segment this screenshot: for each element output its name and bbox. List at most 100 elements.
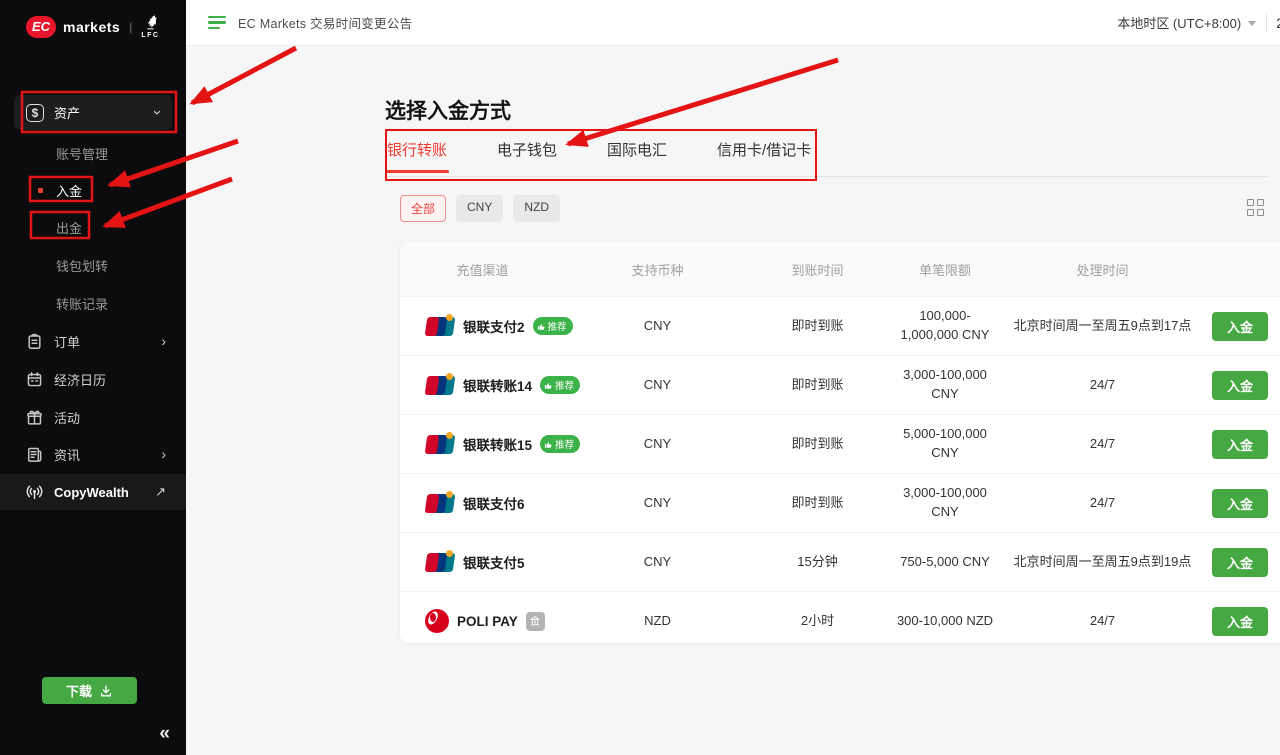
deposit-button[interactable]: 入金 — [1212, 548, 1268, 577]
arrival-cell: 即时到账 — [750, 435, 885, 454]
bank-transfer-badge — [526, 612, 545, 631]
deposit-button[interactable]: 入金 — [1212, 371, 1268, 400]
clipboard-icon — [26, 333, 43, 350]
arrival-cell: 即时到账 — [750, 494, 885, 513]
tab-credit-debit-card[interactable]: 信用卡/借记卡 — [715, 133, 813, 172]
sidebar-item-label: 资产 — [54, 103, 145, 122]
news-icon — [26, 446, 43, 463]
announcement-link[interactable]: EC Markets 交易时间变更公告 — [238, 13, 412, 32]
currency-cell: CNY — [565, 317, 750, 336]
thumbs-up-icon — [544, 381, 553, 390]
broadcast-icon — [26, 484, 43, 501]
download-label: 下载 — [66, 681, 92, 700]
dollar-icon: $ — [26, 104, 44, 122]
header-arrival: 到账时间 — [750, 260, 885, 279]
channel-name: 银联转账14 — [463, 375, 532, 395]
limit-cell: 100,000-1,000,000 CNY — [885, 307, 1005, 345]
filter-all[interactable]: 全部 — [400, 195, 446, 222]
sidebar-item-copywealth[interactable]: CopyWealth ↗ — [0, 474, 186, 510]
limit-cell: 3,000-100,000 CNY — [885, 484, 1005, 522]
currency-filters: 全部 CNY NZD — [400, 195, 560, 222]
sidebar-item-news[interactable]: 资讯 › — [0, 441, 186, 467]
sidebar-item-activities[interactable]: 活动 — [0, 404, 186, 430]
deposit-method-tabs: 银行转账 电子钱包 国际电汇 信用卡/借记卡 — [385, 133, 1268, 177]
sidebar-item-orders[interactable]: 订单 › — [0, 328, 186, 354]
clock-text: 2 — [1276, 15, 1280, 31]
deposit-button[interactable]: 入金 — [1212, 312, 1268, 341]
chevron-right-icon: › — [161, 447, 166, 461]
gift-icon — [26, 409, 43, 426]
sidebar-item-assets[interactable]: $ 资产 › — [14, 95, 172, 130]
lfc-partner-logo: LFC — [141, 14, 159, 39]
hours-cell: 24/7 — [1005, 612, 1200, 631]
announcement-menu-icon[interactable] — [208, 16, 226, 30]
header-limit: 单笔限额 — [885, 260, 1005, 279]
timezone-caret-icon[interactable] — [1248, 21, 1256, 26]
unionpay-logo — [425, 316, 455, 337]
page-title: 选择入金方式 — [385, 95, 511, 125]
submenu-label: 出金 — [56, 218, 82, 237]
sidebar-item-economic-calendar[interactable]: 经济日历 — [0, 366, 186, 392]
submenu-label: 钱包划转 — [56, 256, 108, 275]
table-row: 银联转账14 推荐 CNY 即时到账 3,000-100,000 CNY 24/… — [400, 355, 1280, 414]
collapse-sidebar-icon[interactable]: « — [159, 723, 170, 745]
filter-cny[interactable]: CNY — [456, 195, 503, 222]
channel-name: 银联支付2 — [463, 316, 525, 336]
external-link-icon: ↗ — [155, 484, 166, 500]
table-row: 银联支付5 CNY 15分钟 750-5,000 CNY 北京时间周一至周五9点… — [400, 532, 1280, 591]
tab-ewallet[interactable]: 电子钱包 — [495, 133, 559, 172]
unionpay-logo — [425, 375, 455, 396]
tab-international-wire[interactable]: 国际电汇 — [605, 133, 669, 172]
hours-cell: 北京时间周一至周五9点到17点 — [1005, 317, 1200, 336]
limit-cell: 5,000-100,000 CNY — [885, 425, 1005, 463]
logo-divider: | — [129, 20, 132, 34]
submenu-label: 转账记录 — [56, 294, 108, 313]
deposit-button[interactable]: 入金 — [1212, 489, 1268, 518]
sidebar-item-account-management[interactable]: 账号管理 — [0, 142, 186, 164]
lfc-label: LFC — [141, 32, 159, 39]
chevron-down-icon: › — [150, 110, 165, 115]
brand-name: markets — [63, 19, 120, 35]
chevron-right-icon: › — [161, 334, 166, 348]
filter-nzd[interactable]: NZD — [513, 195, 560, 222]
hours-cell: 24/7 — [1005, 435, 1200, 454]
download-icon — [99, 684, 113, 698]
sidebar-item-wallet-transfer[interactable]: 钱包划转 — [0, 254, 186, 276]
channel-name: 银联支付5 — [463, 552, 525, 572]
table-row: 银联转账15 推荐 CNY 即时到账 5,000-100,000 CNY 24/… — [400, 414, 1280, 473]
menu-label: 资讯 — [54, 445, 150, 464]
brand-logo: EC markets | LFC — [26, 14, 159, 39]
menu-label: 经济日历 — [54, 370, 166, 389]
deposit-channels-card: 充值渠道 支持币种 到账时间 单笔限额 处理时间 银联支付2 推荐 CNY 即时… — [400, 242, 1280, 643]
limit-cell: 750-5,000 CNY — [885, 553, 1005, 572]
unionpay-logo — [425, 552, 455, 573]
channel-name: 银联转账15 — [463, 434, 532, 454]
currency-cell: NZD — [565, 612, 750, 631]
poli-logo — [425, 609, 449, 633]
submenu-label: 入金 — [56, 181, 82, 200]
arrival-cell: 即时到账 — [750, 317, 885, 336]
submenu-label: 账号管理 — [56, 144, 108, 163]
active-dot — [38, 188, 43, 193]
header-hours: 处理时间 — [1005, 260, 1200, 279]
ec-logo-icon: EC — [26, 16, 56, 38]
currency-cell: CNY — [565, 494, 750, 513]
hours-cell: 北京时间周一至周五9点到19点 — [1005, 553, 1200, 572]
timezone-selector[interactable]: 本地时区 (UTC+8:00) — [1117, 13, 1241, 32]
menu-label: 订单 — [54, 332, 150, 351]
channel-name: 银联支付6 — [463, 493, 525, 513]
thumbs-up-icon — [537, 322, 546, 331]
sidebar-item-transfer-records[interactable]: 转账记录 — [0, 292, 186, 314]
unionpay-logo — [425, 493, 455, 514]
deposit-button[interactable]: 入金 — [1212, 430, 1268, 459]
grid-view-icon[interactable] — [1247, 199, 1264, 216]
currency-cell: CNY — [565, 553, 750, 572]
sidebar-item-deposit[interactable]: 入金 — [0, 179, 186, 201]
menu-label: CopyWealth — [54, 485, 144, 500]
download-button[interactable]: 下载 — [42, 677, 137, 704]
table-row: 银联支付6 CNY 即时到账 3,000-100,000 CNY 24/7 入金 — [400, 473, 1280, 532]
tab-bank-transfer[interactable]: 银行转账 — [385, 133, 449, 172]
channel-name: POLI PAY — [457, 614, 518, 629]
sidebar-item-withdraw[interactable]: 出金 — [0, 216, 186, 238]
deposit-button[interactable]: 入金 — [1212, 607, 1268, 636]
